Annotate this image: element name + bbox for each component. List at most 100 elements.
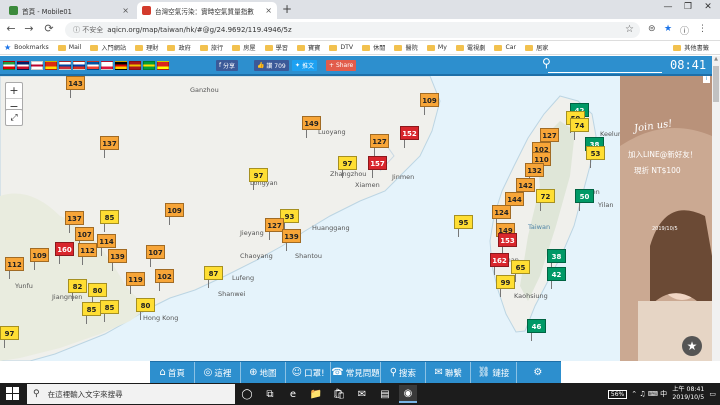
bookmark-star-icon[interactable]: ☆ (625, 24, 634, 35)
advertisement-panel[interactable]: Join us! 加入LINE@新好友！ 現折 NT$100 2019/10/5… (620, 76, 712, 361)
flag-icon-russia[interactable] (73, 61, 85, 70)
aqi-station-marker[interactable]: 85 (100, 300, 119, 322)
store-icon[interactable]: 🛍 (330, 385, 348, 403)
aqi-station-marker[interactable]: 119 (126, 272, 145, 294)
aqi-station-marker[interactable]: 144 (505, 192, 524, 214)
flag-icon-japan[interactable] (31, 61, 43, 70)
aqi-station-marker[interactable]: 162 (490, 253, 509, 275)
battery-indicator[interactable]: 56% (607, 389, 628, 399)
bookmark-folder[interactable]: My (426, 44, 447, 51)
flag-icon-korea[interactable] (59, 61, 71, 70)
scroll-up-icon[interactable]: ▲ (712, 56, 720, 64)
windows-start-icon[interactable] (6, 387, 19, 400)
aqi-station-marker[interactable]: 74 (570, 118, 589, 140)
aqi-station-marker[interactable]: 109 (30, 248, 49, 270)
taskbar-search-input[interactable]: ⚲ 在這裡輸入文字來搜尋 (27, 384, 235, 404)
close-tab-icon[interactable]: × (265, 6, 272, 15)
aqi-station-marker[interactable]: 85 (100, 210, 119, 232)
task-view-icon[interactable]: ⧉ (261, 385, 279, 403)
bookmark-folder[interactable]: 醫院 (394, 43, 418, 52)
flag-icon-brazil[interactable] (143, 61, 155, 70)
other-bookmarks[interactable]: 其他書籤 (673, 43, 709, 52)
close-window-button[interactable]: ✕ (700, 2, 716, 12)
forward-button[interactable]: → (22, 22, 36, 35)
flag-icon-iran[interactable] (3, 61, 15, 70)
translate-icon[interactable]: ⊜ (648, 24, 656, 34)
aqi-station-marker[interactable]: 114 (97, 234, 116, 256)
aqi-map[interactable]: + − ⤢ Ganzhou Zhangzhou Xiamen Jinmen Taiwan… (0, 76, 712, 361)
flag-icon-france[interactable] (87, 61, 99, 70)
search-icon[interactable]: ⚲ (542, 56, 551, 70)
aqi-station-marker[interactable]: 38 (547, 249, 566, 271)
aqi-station-marker[interactable]: 46 (527, 319, 546, 341)
aqi-station-marker[interactable]: 107 (75, 227, 94, 249)
flag-icon-vietnam[interactable] (157, 61, 169, 70)
close-tab-icon[interactable]: × (122, 6, 129, 15)
url-text[interactable]: aqicn.org/map/taiwan/hk/#@g/24.9692/119.… (107, 26, 291, 34)
aqi-station-marker[interactable]: 65 (511, 260, 530, 282)
nav-map[interactable]: ⊕ 地圖 (241, 362, 286, 383)
nav-search[interactable]: ⚲ 搜索 (381, 362, 427, 383)
maximize-button[interactable]: ❐ (680, 2, 696, 12)
bookmark-folder[interactable]: Mail (57, 44, 81, 51)
favorite-star-button[interactable]: ★ (682, 336, 702, 356)
notifications-icon[interactable]: ▭ (709, 390, 716, 398)
file-explorer-icon[interactable]: 📁 (307, 385, 325, 403)
mail-icon[interactable]: ✉ (353, 385, 371, 403)
aqi-station-marker[interactable]: 127 (370, 134, 389, 156)
bookmark-folder[interactable]: 旅行 (199, 43, 223, 52)
facebook-like-button[interactable]: 👍 讚 709 (254, 60, 289, 71)
bookmark-folder[interactable]: 學習 (264, 43, 288, 52)
security-indicator[interactable]: ⓘ 不安全 (73, 25, 103, 35)
aqi-station-marker[interactable]: 112 (78, 243, 97, 265)
nav-home[interactable]: ⌂ 首頁 (150, 362, 196, 383)
flag-icon-uk[interactable] (17, 61, 29, 70)
new-tab-button[interactable]: + (282, 2, 292, 16)
nav-contact[interactable]: ✉ 聯繫 (426, 362, 472, 383)
bookmark-folder[interactable]: 居家 (525, 43, 548, 52)
nav-settings[interactable]: ⚙ (517, 362, 561, 383)
aqi-station-marker[interactable]: 42 (547, 267, 566, 289)
facebook-share-button[interactable]: f 分享 (216, 60, 239, 71)
bookmark-folder[interactable]: Car (494, 44, 516, 51)
bookmark-folder[interactable]: 房屋 (232, 43, 256, 52)
aqi-station-marker[interactable]: 124 (492, 205, 511, 227)
flag-icon-spain[interactable] (129, 61, 141, 70)
nav-faq[interactable]: ☎ 常見問題 (331, 362, 381, 383)
scroll-thumb[interactable] (713, 66, 719, 102)
app-icon[interactable]: ▤ (376, 385, 394, 403)
bookmark-folder[interactable]: 休閒 (362, 43, 385, 52)
bookmark-bookmarks[interactable]: ★ Bookmarks (4, 43, 49, 52)
bookmark-folder[interactable]: 電視劇 (455, 43, 485, 52)
tweet-button[interactable]: ✦ 推文 (292, 60, 317, 71)
aqi-station-marker[interactable]: 149 (302, 116, 321, 138)
aqi-station-marker[interactable]: 137 (65, 211, 84, 233)
aqi-station-marker[interactable]: 97 (338, 156, 357, 178)
aqi-station-marker[interactable]: 82 (68, 279, 87, 301)
profile-icon[interactable]: ⓘ (680, 24, 689, 37)
aqi-station-marker[interactable]: 107 (146, 245, 165, 267)
cortana-icon[interactable]: ◯ (238, 385, 256, 403)
back-button[interactable]: ← (4, 22, 18, 35)
zoom-in-button[interactable]: + (6, 83, 22, 98)
aqi-station-marker[interactable]: 97 (0, 326, 19, 348)
aqi-station-marker[interactable]: 95 (454, 215, 473, 237)
aqi-station-marker[interactable]: 109 (165, 203, 184, 225)
aqi-station-marker[interactable]: 109 (420, 93, 439, 115)
edge-icon[interactable]: e (284, 385, 302, 403)
aqi-station-marker[interactable]: 143 (66, 76, 85, 98)
aqi-station-marker[interactable]: 72 (536, 189, 555, 211)
aqi-station-marker[interactable]: 142 (516, 178, 535, 200)
aqi-station-marker[interactable]: 80 (136, 298, 155, 320)
aqi-station-marker[interactable]: 157 (368, 156, 387, 178)
aqi-station-marker[interactable]: 160 (55, 242, 74, 264)
ad-info-icon[interactable]: i (703, 76, 710, 83)
fullscreen-button[interactable]: ⤢ (5, 109, 23, 126)
aqi-station-marker[interactable]: 50 (575, 189, 594, 211)
nav-links[interactable]: ⛓ 鏈接 (471, 362, 517, 383)
aqi-station-marker[interactable]: 87 (204, 266, 223, 288)
minimize-button[interactable]: — (660, 2, 676, 12)
extension-icon[interactable]: ★ (664, 24, 672, 34)
bookmark-folder[interactable]: 理財 (135, 43, 158, 52)
share-button[interactable]: + Share (326, 60, 357, 71)
